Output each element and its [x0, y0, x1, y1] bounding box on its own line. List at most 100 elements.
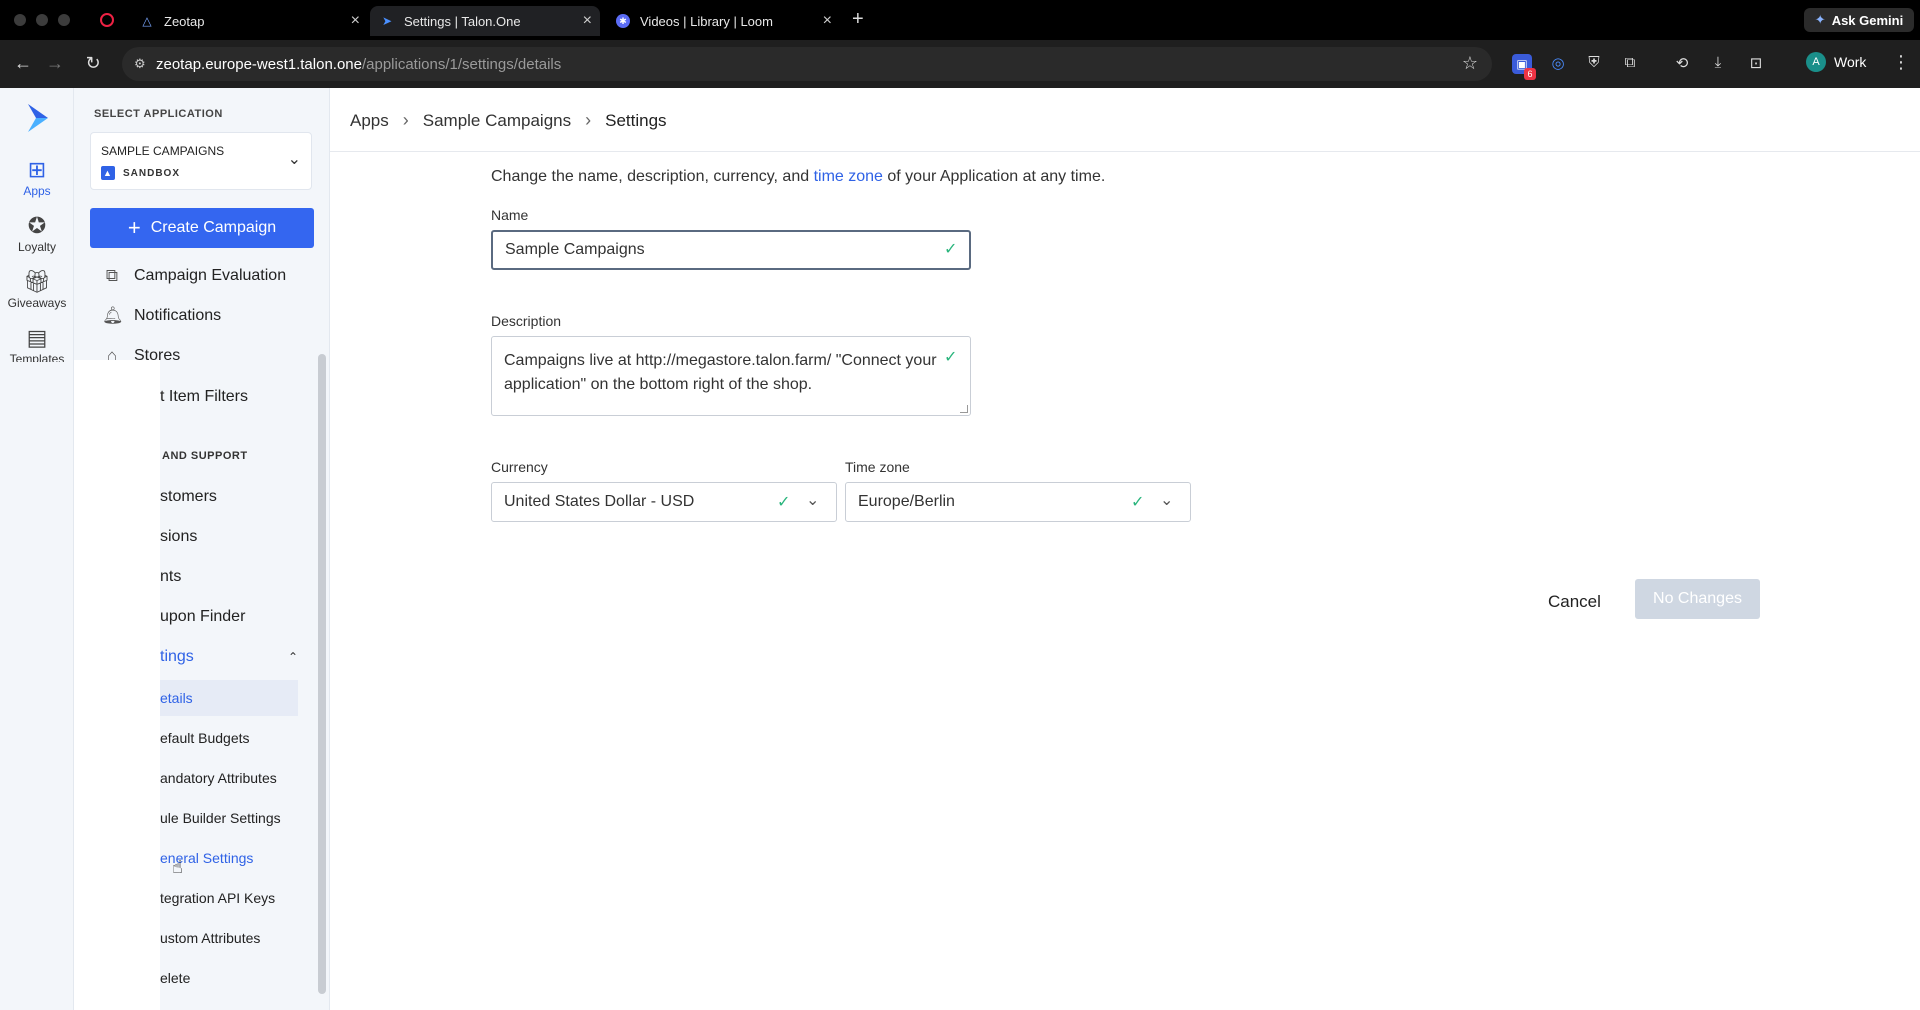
top-bar: Apps › Sample Campaigns › Settings: [330, 88, 1920, 152]
templates-icon: ▤: [26, 326, 48, 350]
loom-icon: ✱: [616, 14, 630, 28]
close-tab-icon[interactable]: ×: [583, 12, 592, 30]
rail-item-apps[interactable]: ⊞ Apps: [0, 157, 74, 199]
reload-icon[interactable]: ↻: [82, 53, 104, 74]
section-header-tools-support: AND SUPPORT: [162, 450, 248, 462]
address-bar[interactable]: ⚙ zeotap.europe-west1.talon.one/applicat…: [122, 47, 1492, 81]
valid-check-icon: ✓: [944, 241, 958, 258]
plus-icon: +: [127, 215, 141, 240]
currency-label: Currency: [491, 459, 548, 475]
site-settings-icon[interactable]: ⚙: [134, 56, 146, 72]
nav-item-events[interactable]: nts: [160, 568, 181, 586]
select-application-label: SELECT APPLICATION: [94, 108, 223, 120]
app-rail: ⊞ Apps ✪ Loyalty 🎁︎ Giveaways ▤ Template…: [0, 88, 74, 1010]
evaluation-icon: ⧉: [105, 266, 119, 285]
main-content: Apps › Sample Campaigns › Settings Chang…: [330, 88, 1920, 1010]
task-check-icon[interactable]: ◎: [1548, 54, 1568, 74]
window-zoom-button[interactable]: [58, 14, 70, 26]
settings-intro-text: Change the name, description, currency, …: [491, 168, 1106, 185]
nav-item-customers[interactable]: stomers: [160, 488, 217, 506]
shield-icon[interactable]: ⛨: [1584, 54, 1604, 74]
rail-item-loyalty[interactable]: ✪ Loyalty: [0, 213, 74, 255]
subnav-item-delete[interactable]: elete: [160, 970, 190, 986]
description-label: Description: [491, 313, 562, 329]
nav-item-campaign-evaluation[interactable]: ⧉ Campaign Evaluation: [102, 266, 286, 286]
back-arrow-icon[interactable]: ←: [12, 53, 34, 74]
chevron-up-icon[interactable]: ⌃: [288, 650, 298, 664]
talon-icon: ➤: [381, 14, 393, 28]
window-minimize-button[interactable]: [36, 14, 48, 26]
valid-check-icon: ✓: [944, 349, 958, 366]
save-changes-button[interactable]: No Changes: [1635, 579, 1760, 619]
browser-menu-icon[interactable]: ⋮: [1892, 52, 1910, 73]
chevron-right-icon: ›: [585, 110, 592, 130]
create-campaign-button[interactable]: + Create Campaign: [90, 208, 314, 248]
chevron-down-icon[interactable]: ⌄: [1160, 490, 1173, 510]
bell-icon: 🔔︎: [102, 306, 124, 325]
close-tab-icon[interactable]: ×: [351, 12, 360, 30]
close-tab-icon[interactable]: ×: [823, 12, 832, 30]
browser-toolbar: ← → ↻ ⚙ zeotap.europe-west1.talon.one/ap…: [0, 40, 1920, 88]
breadcrumb-apps[interactable]: Apps: [350, 111, 389, 131]
chevron-down-icon: ⌄: [287, 151, 301, 168]
application-name: SAMPLE CAMPAIGNS: [101, 144, 225, 158]
subnav-item-integration-api-keys[interactable]: tegration API Keys: [160, 890, 275, 906]
subnav-item-custom-attributes[interactable]: ustom Attributes: [160, 930, 260, 946]
subnav-item-default-budgets[interactable]: efault Budgets: [160, 730, 250, 746]
resize-handle[interactable]: [960, 405, 968, 413]
cancel-button[interactable]: Cancel: [1548, 592, 1601, 612]
chevron-right-icon: ›: [402, 110, 409, 130]
name-input[interactable]: Sample Campaigns: [491, 230, 971, 270]
nav-item-coupon-finder[interactable]: upon Finder: [160, 608, 245, 626]
nav-item-cart-item-filters[interactable]: t Item Filters: [160, 388, 248, 406]
name-label: Name: [491, 207, 529, 223]
talon-logo[interactable]: [24, 102, 50, 134]
sidebar-menu-continued: t Item Filters AND SUPPORT stomers sions…: [160, 360, 318, 1010]
giveaways-icon: 🎁︎: [23, 269, 51, 294]
blank-overlay-region: [74, 360, 160, 1010]
loyalty-icon: ✪: [27, 213, 47, 238]
chevron-down-icon[interactable]: ⌄: [806, 490, 819, 510]
record-icon[interactable]: [100, 13, 114, 27]
rail-item-giveaways[interactable]: 🎁︎ Giveaways: [0, 269, 74, 311]
forward-arrow-icon[interactable]: →: [44, 53, 66, 74]
avatar: A: [1806, 52, 1826, 72]
reading-mode-icon[interactable]: ⊡: [1746, 54, 1766, 74]
tab-settings-talon[interactable]: ➤ Settings | Talon.One ×: [370, 6, 600, 36]
ask-gemini-button[interactable]: ✦ Ask Gemini: [1804, 8, 1914, 32]
mouse-cursor-icon: ☝: [172, 857, 183, 877]
valid-check-icon: ✓: [777, 494, 791, 511]
apps-icon: ⊞: [27, 157, 47, 182]
puzzle-extensions-icon[interactable]: ⧉: [1620, 54, 1640, 74]
window-close-button[interactable]: [14, 14, 26, 26]
subnav-item-details[interactable]: etails: [160, 690, 193, 706]
timezone-label: Time zone: [845, 459, 910, 475]
breadcrumb: Apps › Sample Campaigns › Settings: [350, 110, 667, 131]
application-selector[interactable]: SAMPLE CAMPAIGNS ▲ SANDBOX ⌄: [90, 132, 312, 190]
sandbox-icon: ▲: [101, 166, 115, 180]
extension-count-badge: 6: [1524, 68, 1536, 80]
rail-item-templates[interactable]: ▤ Templates: [0, 326, 74, 362]
gemini-sparkle-icon: ✦: [1814, 12, 1826, 27]
bookmark-star-icon[interactable]: ☆: [1462, 53, 1478, 74]
breadcrumb-sample-campaigns[interactable]: Sample Campaigns: [423, 111, 571, 131]
subnav-item-mandatory-attributes[interactable]: andatory Attributes: [160, 770, 277, 786]
nav-item-notifications[interactable]: 🔔︎ Notifications: [102, 306, 221, 326]
tab-loom[interactable]: ✱ Videos | Library | Loom ×: [616, 6, 832, 36]
nav-item-settings[interactable]: tings: [160, 648, 194, 666]
download-icon[interactable]: ⤓: [1708, 54, 1728, 74]
browser-tab-strip: △ Zeotap × ➤ Settings | Talon.One × ✱ Vi…: [0, 0, 1920, 40]
description-textarea[interactable]: Campaigns live at http://megastore.talon…: [491, 336, 971, 416]
sidebar-scrollbar[interactable]: [318, 354, 326, 994]
subnav-item-rule-builder-settings[interactable]: ule Builder Settings: [160, 810, 281, 826]
environment-badge: ▲ SANDBOX: [101, 166, 180, 180]
history-icon[interactable]: ⟲: [1672, 54, 1692, 74]
breadcrumb-settings: Settings: [605, 110, 667, 130]
time-zone-link[interactable]: time zone: [814, 168, 883, 185]
zeotap-icon: △: [142, 14, 152, 28]
nav-item-sessions[interactable]: sions: [160, 528, 197, 546]
valid-check-icon: ✓: [1131, 494, 1145, 511]
tab-zeotap[interactable]: △ Zeotap ×: [140, 6, 360, 36]
new-tab-button[interactable]: +: [852, 8, 864, 31]
profile-button[interactable]: A Work: [1806, 52, 1866, 72]
